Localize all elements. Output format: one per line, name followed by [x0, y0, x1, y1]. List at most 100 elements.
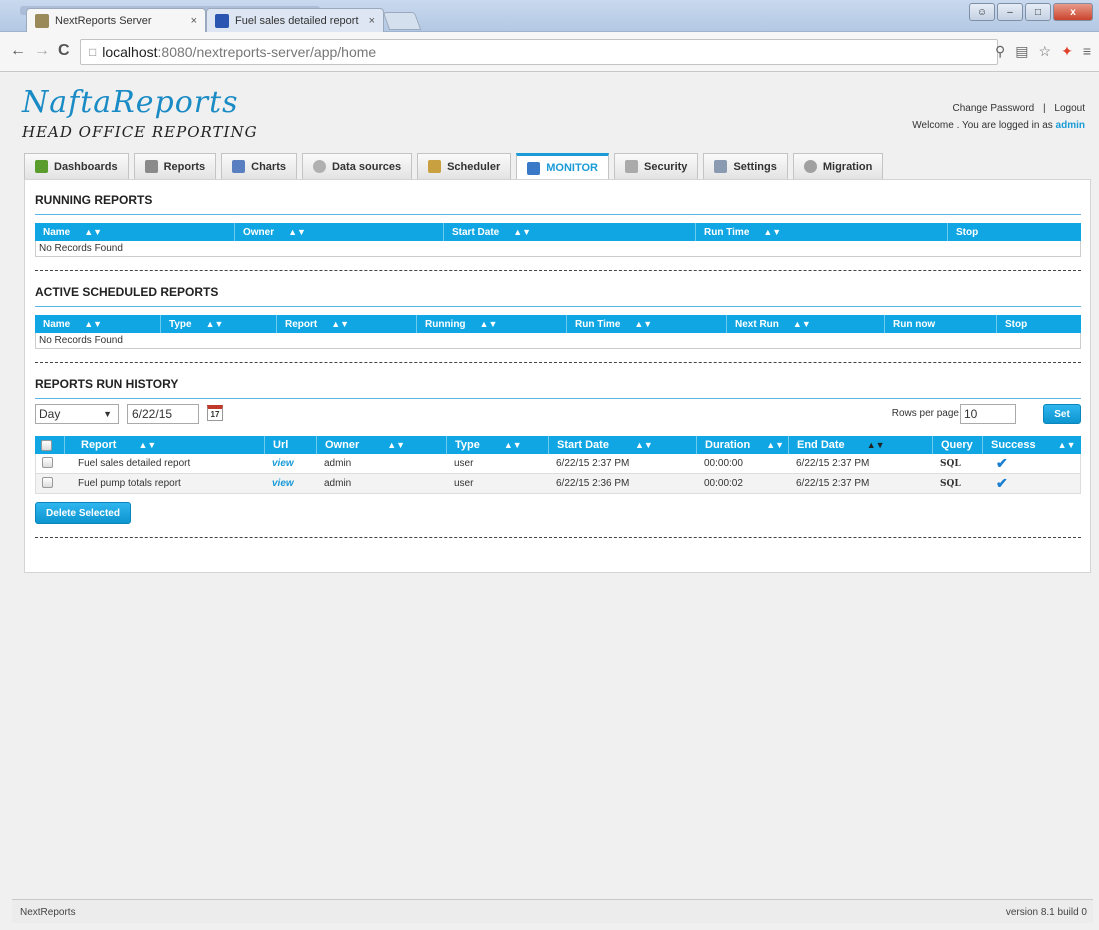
sort-icon[interactable]: ▲▼ — [387, 440, 405, 450]
calendar-icon[interactable]: 17 — [207, 405, 223, 421]
row-checkbox[interactable] — [42, 476, 53, 488]
empty-message: No Records Found — [35, 333, 1081, 349]
tab-label: Scheduler — [447, 160, 501, 173]
browser-tab-fuel-report[interactable]: Fuel sales detailed report × — [206, 8, 384, 32]
tab-data-sources[interactable]: Data sources — [301, 153, 413, 179]
sort-icon[interactable]: ▲▼ — [84, 319, 102, 329]
column-header-start-date[interactable]: Start Date ▲▼ — [549, 436, 697, 454]
sort-icon[interactable]: ▲▼ — [206, 319, 224, 329]
bookmark-star-icon[interactable]: ☆ — [1039, 43, 1052, 60]
sort-icon[interactable]: ▲▼ — [288, 227, 306, 237]
period-select[interactable]: Day ▼ — [35, 404, 119, 424]
view-link[interactable]: view — [266, 478, 318, 489]
column-header-running[interactable]: Running ▲▼ — [417, 315, 567, 333]
tab-label: Settings — [733, 160, 777, 173]
tab-scheduler[interactable]: Scheduler — [417, 153, 512, 179]
sort-icon[interactable]: ▲▼ — [504, 440, 522, 450]
column-header-name[interactable]: Name ▲▼ — [35, 315, 161, 333]
column-header-run-time[interactable]: Run Time ▲▼ — [696, 223, 948, 241]
delete-selected-button[interactable]: Delete Selected — [35, 502, 131, 524]
browser-tab-nextreports[interactable]: NextReports Server × — [26, 8, 206, 32]
sort-icon[interactable]: ▲▼ — [635, 440, 653, 450]
column-header-run-time[interactable]: Run Time ▲▼ — [567, 315, 727, 333]
set-button[interactable]: Set — [1043, 404, 1081, 424]
column-header-report[interactable]: Report ▲▼ — [277, 315, 417, 333]
sort-desc-icon[interactable]: ▲▼ — [867, 440, 885, 450]
tab-monitor[interactable]: MONITOR — [516, 153, 610, 180]
select-all-checkbox[interactable] — [41, 439, 52, 451]
footer-app-name: NextReports — [20, 907, 76, 918]
tab-dashboards[interactable]: Dashboards — [24, 153, 129, 179]
sort-icon[interactable]: ▲▼ — [331, 319, 349, 329]
type-cell: user — [454, 478, 474, 489]
column-header-type[interactable]: Type ▲▼ — [447, 436, 549, 454]
dashed-divider — [35, 362, 1081, 363]
sort-icon[interactable]: ▲▼ — [763, 227, 781, 237]
column-header-type[interactable]: Type ▲▼ — [161, 315, 277, 333]
column-header-start-date[interactable]: Start Date ▲▼ — [444, 223, 696, 241]
minimize-button[interactable]: – — [997, 3, 1023, 21]
logout-link[interactable]: Logout — [1054, 103, 1085, 114]
change-password-link[interactable]: Change Password — [953, 103, 1035, 114]
logo-subtitle: HEAD OFFICE REPORTING — [22, 123, 258, 141]
success-check-icon: ✔ — [996, 455, 1008, 471]
column-header-name[interactable]: Name ▲▼ — [35, 223, 235, 241]
username-link[interactable]: admin — [1056, 120, 1085, 131]
column-header-report[interactable]: Report ▲▼ — [65, 436, 265, 454]
column-header-url: Url — [265, 436, 317, 454]
tab-security[interactable]: Security — [614, 153, 699, 179]
new-tab-button[interactable] — [382, 12, 422, 30]
history-table: Report ▲▼ Url Owner ▲▼ Type ▲▼ Start Date ▲▼… — [35, 436, 1081, 494]
history-title: REPORTS RUN HISTORY — [35, 377, 179, 391]
back-icon[interactable]: ← — [10, 42, 26, 60]
menu-icon[interactable]: ≡ — [1083, 43, 1091, 60]
sort-icon[interactable]: ▲▼ — [766, 440, 784, 450]
row-checkbox[interactable] — [42, 456, 53, 468]
column-header-owner[interactable]: Owner ▲▼ — [235, 223, 444, 241]
duration-cell: 00:00:02 — [704, 478, 743, 489]
tab-settings[interactable]: Settings — [703, 153, 788, 179]
address-bar[interactable]: □ localhost:8080/nextreports-server/app/… — [80, 39, 998, 65]
dropdown-arrow-icon: ▼ — [103, 409, 112, 419]
column-header-stop: Stop — [956, 226, 979, 238]
user-icon[interactable]: ☺ — [969, 3, 995, 21]
extension-icon[interactable]: ✦ — [1061, 43, 1073, 60]
sort-icon[interactable]: ▲▼ — [138, 440, 156, 450]
tab-charts[interactable]: Charts — [221, 153, 297, 179]
chart-icon — [232, 160, 246, 173]
key-icon[interactable]: ⚲ — [995, 43, 1005, 60]
reload-icon[interactable]: C — [58, 42, 70, 60]
table-row[interactable]: Fuel pump totals report view admin user … — [35, 474, 1081, 494]
column-header-owner[interactable]: Owner ▲▼ — [317, 436, 447, 454]
monitor-icon — [527, 161, 541, 175]
column-header-duration[interactable]: Duration ▲▼ — [697, 436, 789, 454]
rows-per-page-input[interactable]: 10 — [960, 404, 1016, 424]
tab-close-icon[interactable]: × — [369, 15, 375, 27]
sort-icon[interactable]: ▲▼ — [1058, 440, 1076, 450]
column-header-end-date[interactable]: End Date ▲▼ — [789, 436, 933, 454]
tab-migration[interactable]: Migration — [792, 153, 884, 179]
sort-icon[interactable]: ▲▼ — [793, 319, 811, 329]
view-link[interactable]: view — [266, 458, 318, 469]
sort-icon[interactable]: ▲▼ — [513, 227, 531, 237]
forward-icon[interactable]: → — [34, 42, 50, 60]
url-host: localhost — [102, 44, 158, 60]
maximize-button[interactable]: □ — [1025, 3, 1051, 21]
scheduled-reports-table: Name ▲▼ Type ▲▼ Report ▲▼ Running ▲▼ Run Tim… — [35, 315, 1081, 349]
close-window-button[interactable]: x — [1053, 3, 1093, 21]
sql-query-link[interactable]: SQL — [934, 479, 984, 489]
tab-label: Charts — [251, 160, 286, 173]
tab-close-icon[interactable]: × — [191, 15, 197, 27]
sort-icon[interactable]: ▲▼ — [84, 227, 102, 237]
column-header-success[interactable]: Success ▲▼ — [983, 436, 1075, 454]
sort-icon[interactable]: ▲▼ — [634, 319, 652, 329]
sort-icon[interactable]: ▲▼ — [480, 319, 498, 329]
tab-reports[interactable]: Reports — [133, 153, 217, 179]
translate-icon[interactable]: ▤ — [1015, 43, 1028, 60]
sql-query-link[interactable]: SQL — [934, 459, 984, 469]
table-row[interactable]: Fuel sales detailed report view admin us… — [35, 454, 1081, 474]
date-input[interactable]: 6/22/15 — [127, 404, 199, 424]
column-header-next-run[interactable]: Next Run ▲▼ — [727, 315, 885, 333]
hourglass-icon — [428, 160, 442, 173]
select-all-cell — [35, 436, 65, 454]
